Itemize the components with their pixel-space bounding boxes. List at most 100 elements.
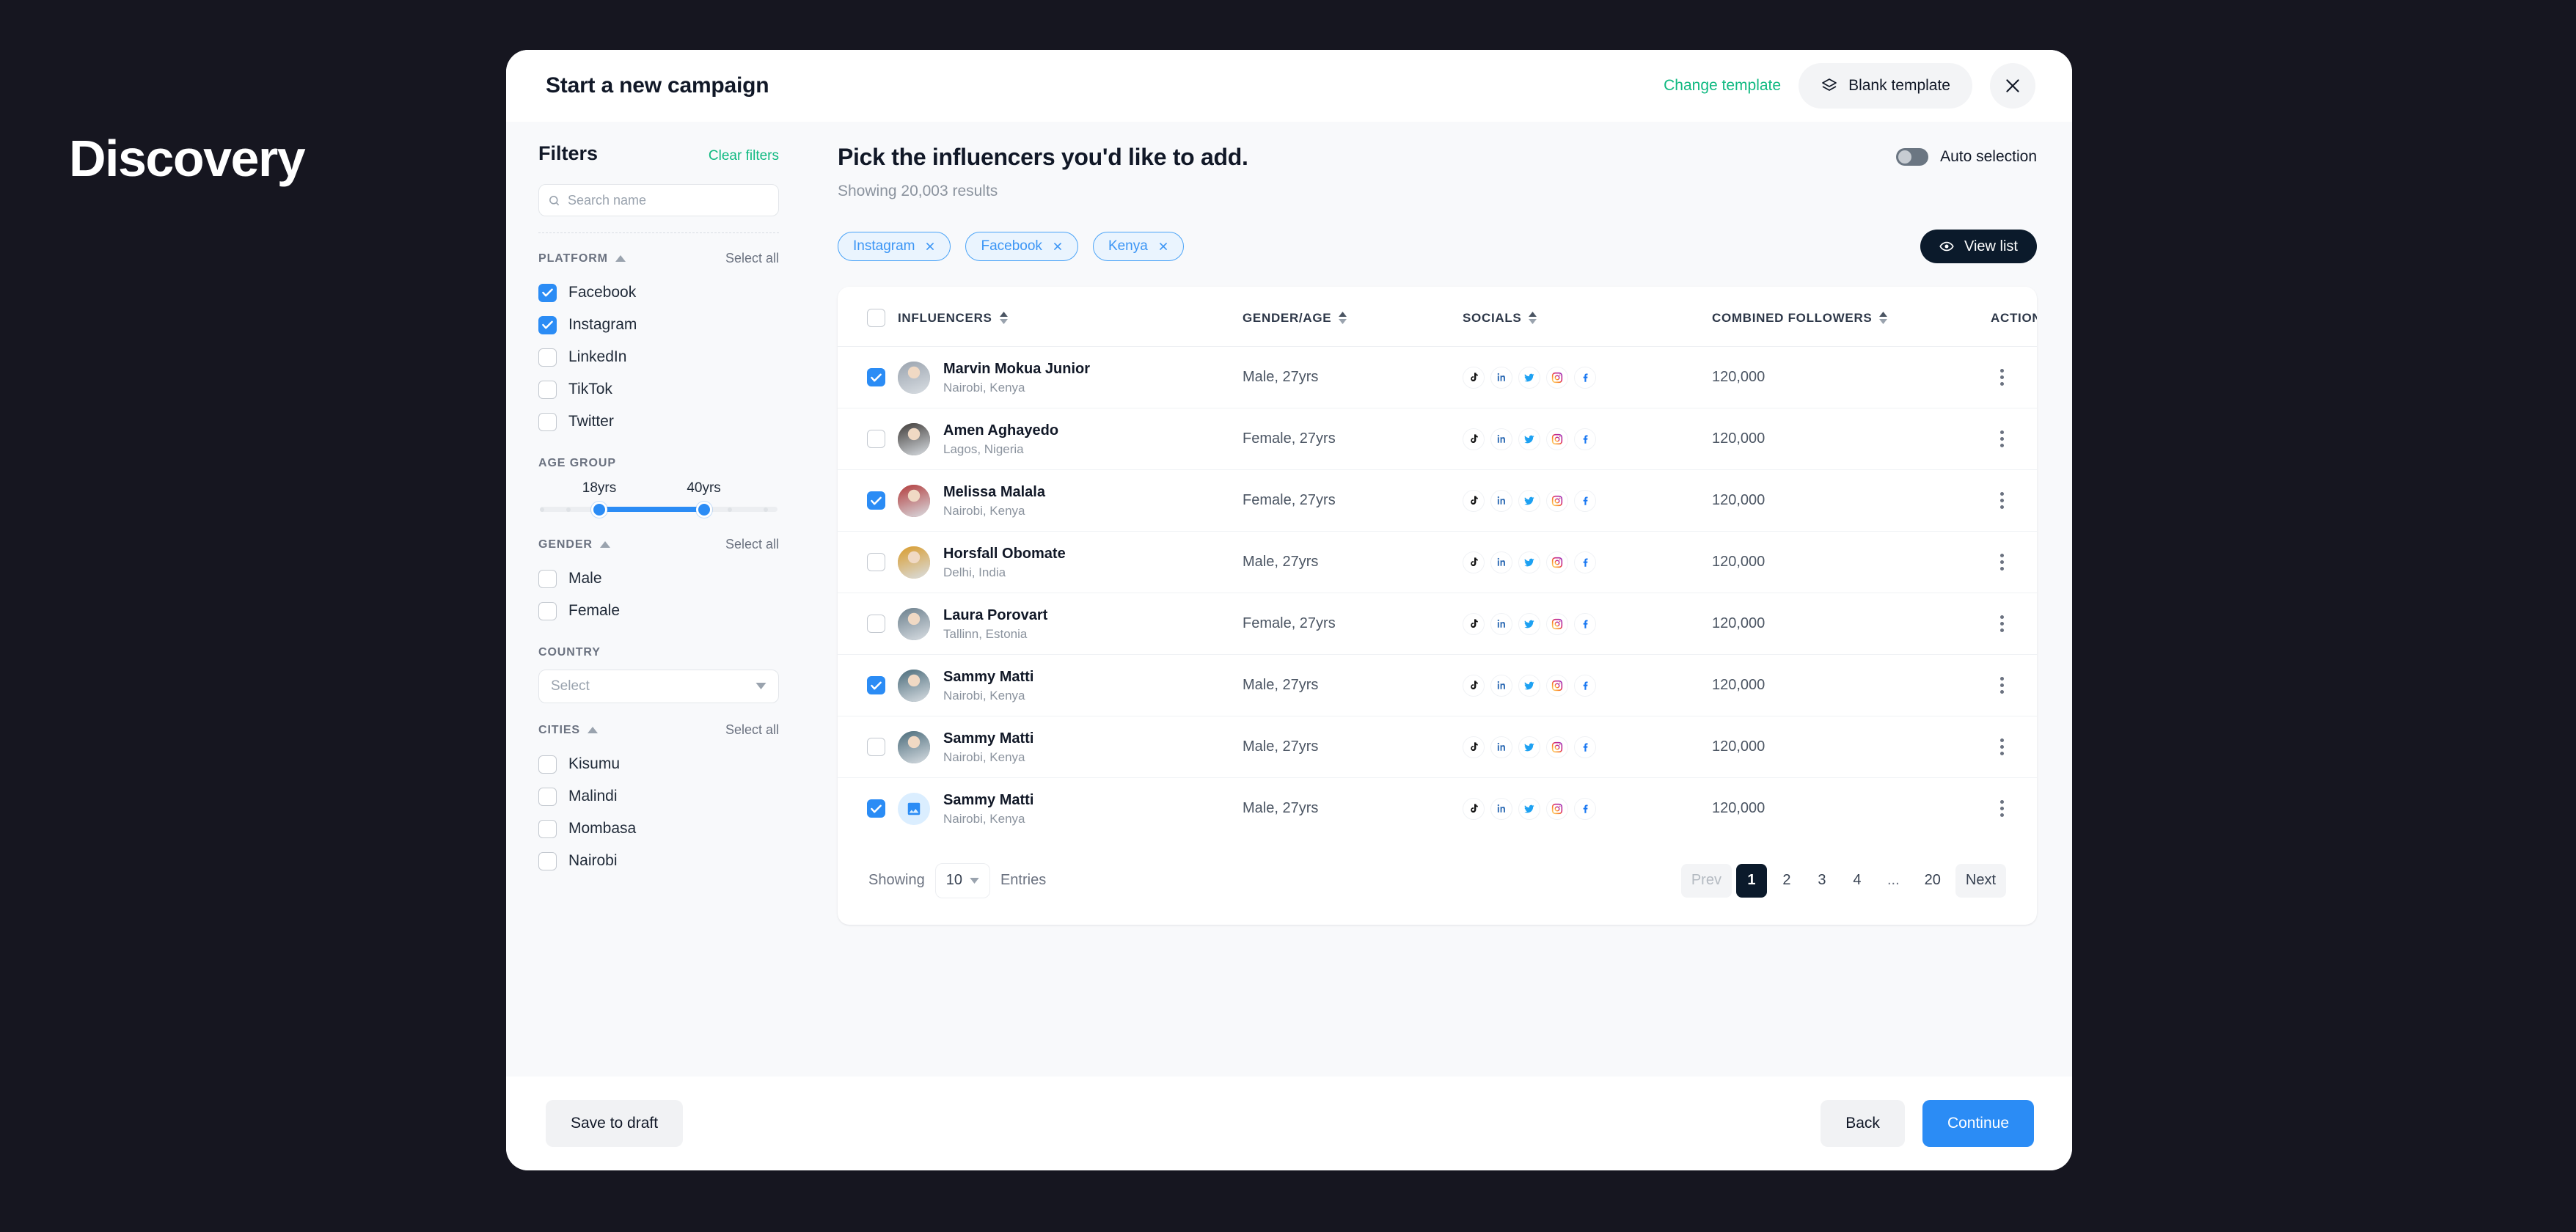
toggle-track[interactable] xyxy=(1896,148,1929,166)
instagram-icon[interactable] xyxy=(1546,612,1568,635)
twitter-icon[interactable] xyxy=(1518,489,1540,512)
row-actions-menu-icon[interactable] xyxy=(1991,615,2013,632)
search-name-box[interactable] xyxy=(538,184,779,216)
gender-group-header[interactable]: GENDER Select all xyxy=(538,537,779,552)
checkbox-indicator[interactable] xyxy=(538,787,557,806)
row-checkbox[interactable] xyxy=(867,491,885,510)
checkbox-indicator[interactable] xyxy=(538,348,557,367)
row-actions-menu-icon[interactable] xyxy=(1991,492,2013,509)
pagination-page-3[interactable]: 3 xyxy=(1807,864,1837,898)
continue-button[interactable]: Continue xyxy=(1922,1100,2034,1147)
gender-checkbox-female[interactable]: Female xyxy=(538,595,779,627)
row-actions-menu-icon[interactable] xyxy=(1991,554,2013,571)
facebook-icon[interactable] xyxy=(1574,736,1596,758)
checkbox-indicator[interactable] xyxy=(538,412,557,431)
sort-icon[interactable] xyxy=(1339,312,1347,324)
city-checkbox-nairobi[interactable]: Nairobi xyxy=(538,845,779,877)
instagram-icon[interactable] xyxy=(1546,428,1568,450)
table-row[interactable]: Melissa Malala Nairobi, Kenya Female, 27… xyxy=(838,469,2037,532)
table-row[interactable]: Amen Aghayedo Lagos, Nigeria Female, 27y… xyxy=(838,408,2037,470)
th-gender-age[interactable]: GENDER/AGE xyxy=(1243,287,1463,347)
facebook-icon[interactable] xyxy=(1574,674,1596,697)
platform-checkbox-instagram[interactable]: Instagram xyxy=(538,309,779,341)
cities-select-all[interactable]: Select all xyxy=(725,722,779,738)
facebook-icon[interactable] xyxy=(1574,551,1596,573)
twitter-icon[interactable] xyxy=(1518,366,1540,389)
platform-checkbox-tiktok[interactable]: TikTok xyxy=(538,373,779,406)
th-influencers[interactable]: INFLUENCERS xyxy=(898,287,1243,347)
auto-selection-toggle[interactable]: Auto selection xyxy=(1896,144,2037,166)
filter-chip-instagram[interactable]: Instagram xyxy=(838,232,951,261)
linkedin-icon[interactable] xyxy=(1490,428,1512,450)
th-combined-followers[interactable]: COMBINED FOLLOWERS xyxy=(1712,287,1991,347)
facebook-icon[interactable] xyxy=(1574,366,1596,389)
linkedin-icon[interactable] xyxy=(1490,366,1512,389)
view-list-button[interactable]: View list xyxy=(1920,230,2037,263)
checkbox-indicator[interactable] xyxy=(538,283,557,302)
row-checkbox[interactable] xyxy=(867,615,885,633)
platform-group-header[interactable]: PLATFORM Select all xyxy=(538,251,779,266)
tiktok-icon[interactable] xyxy=(1463,612,1485,635)
entries-per-page-select[interactable]: 10 xyxy=(934,862,990,898)
back-button[interactable]: Back xyxy=(1821,1100,1905,1147)
gender-select-all[interactable]: Select all xyxy=(725,537,779,552)
row-actions-menu-icon[interactable] xyxy=(1991,738,2013,755)
th-socials[interactable]: SOCIALS xyxy=(1463,287,1712,347)
tiktok-icon[interactable] xyxy=(1463,366,1485,389)
slider-knob-min[interactable] xyxy=(591,501,607,518)
checkbox-indicator[interactable] xyxy=(538,569,557,588)
row-checkbox[interactable] xyxy=(867,368,885,386)
close-icon[interactable] xyxy=(1053,241,1063,252)
platform-select-all[interactable]: Select all xyxy=(725,251,779,266)
table-row[interactable]: Sammy Matti Nairobi, Kenya Male, 27yrs 1… xyxy=(838,778,2037,840)
save-to-draft-button[interactable]: Save to draft xyxy=(546,1100,684,1147)
instagram-icon[interactable] xyxy=(1546,736,1568,758)
pagination-page-4[interactable]: 4 xyxy=(1842,864,1873,898)
filter-chip-facebook[interactable]: Facebook xyxy=(965,232,1078,261)
checkbox-indicator[interactable] xyxy=(538,755,557,774)
row-checkbox[interactable] xyxy=(867,799,885,818)
facebook-icon[interactable] xyxy=(1574,797,1596,820)
tiktok-icon[interactable] xyxy=(1463,736,1485,758)
age-range-slider[interactable]: 18yrs 40yrs xyxy=(538,480,779,518)
linkedin-icon[interactable] xyxy=(1490,736,1512,758)
header-checkbox[interactable] xyxy=(867,309,885,327)
checkbox-indicator[interactable] xyxy=(538,819,557,838)
checkbox-indicator[interactable] xyxy=(538,380,557,399)
twitter-icon[interactable] xyxy=(1518,551,1540,573)
country-select[interactable]: Select xyxy=(538,670,779,703)
slider-knob-max[interactable] xyxy=(695,501,712,518)
tiktok-icon[interactable] xyxy=(1463,674,1485,697)
instagram-icon[interactable] xyxy=(1546,797,1568,820)
row-checkbox[interactable] xyxy=(867,430,885,448)
table-row[interactable]: Sammy Matti Nairobi, Kenya Male, 27yrs 1… xyxy=(838,716,2037,778)
table-row[interactable]: Laura Porovart Tallinn, Estonia Female, … xyxy=(838,593,2037,655)
platform-checkbox-facebook[interactable]: Facebook xyxy=(538,276,779,309)
chevron-up-icon[interactable] xyxy=(599,541,610,548)
tiktok-icon[interactable] xyxy=(1463,797,1485,820)
tiktok-icon[interactable] xyxy=(1463,551,1485,573)
linkedin-icon[interactable] xyxy=(1490,489,1512,512)
instagram-icon[interactable] xyxy=(1546,366,1568,389)
checkbox-indicator[interactable] xyxy=(538,315,557,334)
twitter-icon[interactable] xyxy=(1518,797,1540,820)
row-actions-menu-icon[interactable] xyxy=(1991,677,2013,694)
pagination-page-1[interactable]: 1 xyxy=(1735,863,1767,898)
clear-filters-link[interactable]: Clear filters xyxy=(709,148,779,164)
twitter-icon[interactable] xyxy=(1518,736,1540,758)
sort-icon[interactable] xyxy=(999,312,1008,324)
table-row[interactable]: Marvin Mokua Junior Nairobi, Kenya Male,… xyxy=(838,346,2037,408)
pagination-prev[interactable]: Prev xyxy=(1680,863,1732,898)
row-checkbox[interactable] xyxy=(867,738,885,756)
sort-icon[interactable] xyxy=(1879,312,1888,324)
gender-checkbox-male[interactable]: Male xyxy=(538,562,779,595)
city-checkbox-kisumu[interactable]: Kisumu xyxy=(538,748,779,780)
instagram-icon[interactable] xyxy=(1546,674,1568,697)
slider-track[interactable] xyxy=(540,501,777,518)
tiktok-icon[interactable] xyxy=(1463,428,1485,450)
pagination-page-20[interactable]: 20 xyxy=(1914,864,1951,898)
pagination-next[interactable]: Next xyxy=(1955,863,2006,898)
twitter-icon[interactable] xyxy=(1518,612,1540,635)
checkbox-indicator[interactable] xyxy=(538,851,557,870)
tiktok-icon[interactable] xyxy=(1463,489,1485,512)
